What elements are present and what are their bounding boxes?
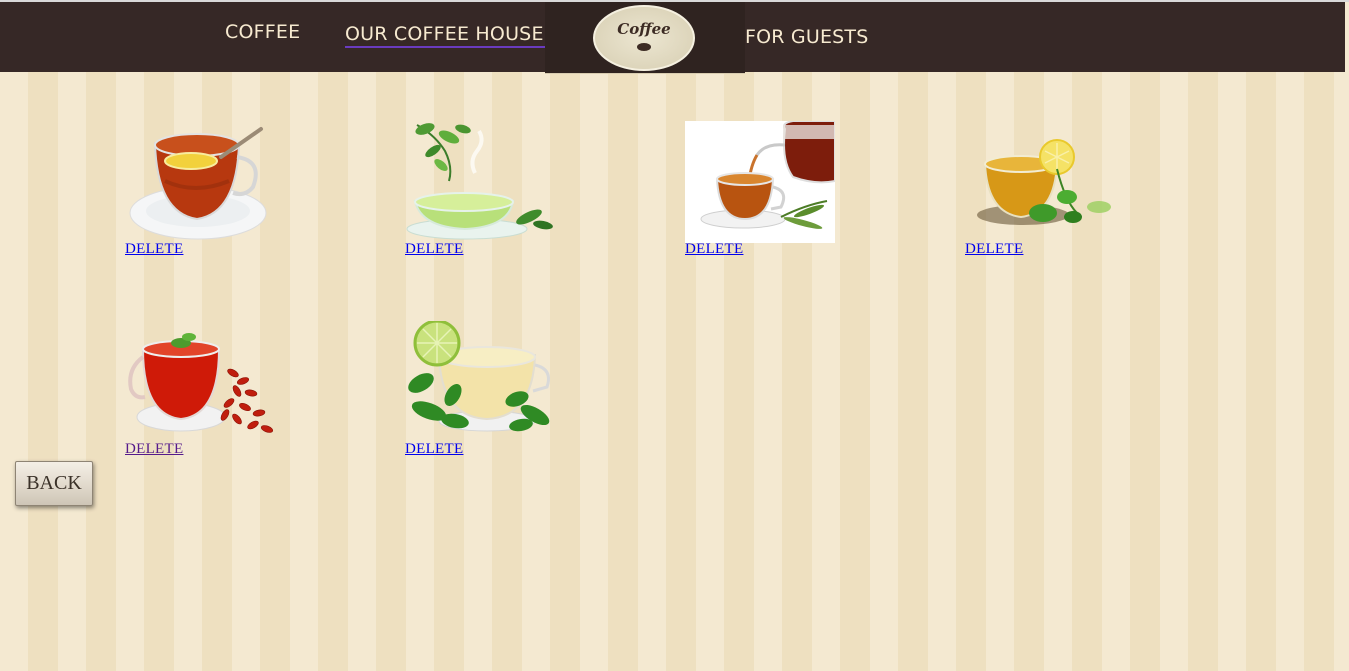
black-tea-pour-image [685,121,835,243]
product-tile: DELETE [125,121,275,266]
lime-mint-tea-image [408,321,550,432]
coffee-logo[interactable]: Coffee [593,5,695,71]
tea-lemon-cup-image [129,127,267,240]
coffee-bean-icon [637,43,651,51]
product-tile: DELETE [125,321,275,466]
delete-link[interactable]: DELETE [125,441,183,458]
delete-link[interactable]: DELETE [405,241,463,258]
product-tile: DELETE [685,121,835,266]
logo-container: Coffee [545,2,745,74]
logo-text: Coffee [617,20,671,38]
nav-link-our-coffee-house[interactable]: OUR COFFEE HOUSE [345,23,545,48]
green-tea-leaves-image [406,123,553,240]
delete-link[interactable]: DELETE [125,241,183,258]
goji-berry-tea-image [128,333,274,433]
product-tile: DELETE [965,121,1115,266]
nav-link-coffee[interactable]: COFFEE [225,21,300,43]
delete-link[interactable]: DELETE [405,441,463,458]
nav-link-for-guests[interactable]: FOR GUESTS [745,26,869,48]
product-tile: DELETE [405,121,555,266]
back-button[interactable]: BACK [15,461,93,506]
delete-link[interactable]: DELETE [685,241,743,258]
herbal-tea-lemon-mint-image [977,139,1111,225]
product-tile: DELETE [405,321,555,466]
delete-link[interactable]: DELETE [965,241,1023,258]
